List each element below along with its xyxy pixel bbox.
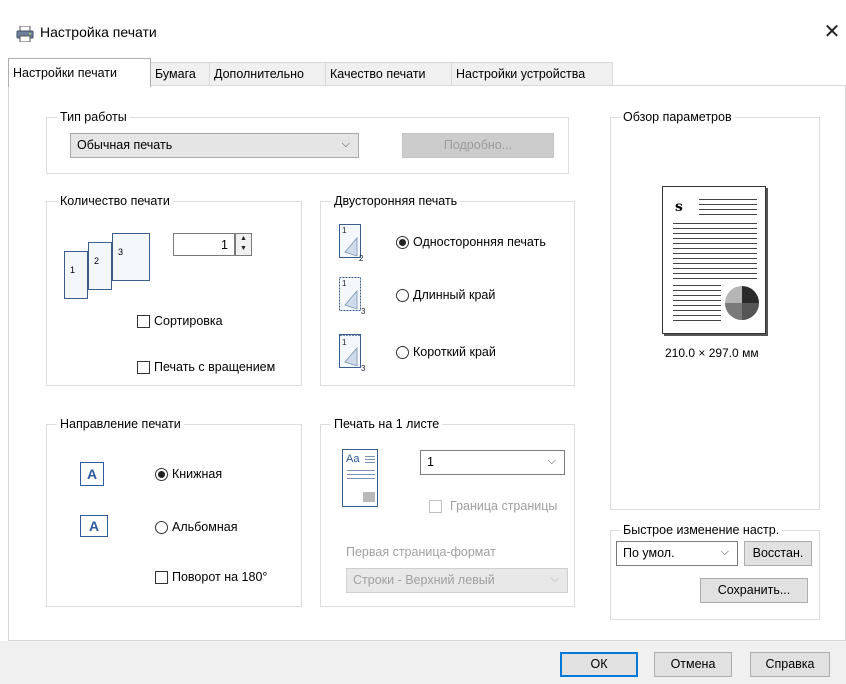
- paper-preview: s: [662, 186, 766, 334]
- tab-print-settings[interactable]: Настройки печати: [8, 58, 151, 87]
- svg-text:1: 1: [342, 226, 347, 235]
- copies-value: 1: [221, 238, 228, 252]
- duplex-none-label: Односторонняя печать: [413, 235, 546, 249]
- job-type-value: Обычная печать: [77, 138, 173, 152]
- chevron-down-icon: ⌵: [550, 573, 559, 585]
- restore-button[interactable]: Восстан.: [744, 541, 812, 566]
- duplex-label: Двусторонняя печать: [331, 194, 461, 208]
- rotate-print-label: Печать с вращением: [154, 360, 276, 374]
- chevron-down-icon: ⌵: [341, 138, 350, 150]
- landscape-label: Альбомная: [172, 520, 238, 534]
- tab-paper[interactable]: Бумага: [150, 62, 210, 85]
- rotate-print-checkbox[interactable]: [137, 361, 150, 374]
- svg-text:3: 3: [361, 364, 366, 372]
- spin-down-icon[interactable]: ▼: [236, 245, 251, 256]
- pie-graphic-icon: [725, 286, 759, 320]
- details-button[interactable]: Подробно...: [402, 133, 554, 158]
- page-border-checkbox[interactable]: [429, 500, 442, 513]
- svg-text:1: 1: [342, 279, 347, 288]
- duplex-short-radio[interactable]: [396, 346, 409, 359]
- nup-select[interactable]: 1 ⌵: [420, 450, 565, 475]
- collate-pages-icon: 1 2 3: [64, 233, 150, 299]
- nup-label: Печать на 1 листе: [331, 417, 443, 431]
- job-type-label: Тип работы: [57, 110, 130, 124]
- nup-value: 1: [427, 455, 434, 469]
- rotate180-label: Поворот на 180°: [172, 570, 268, 584]
- close-button[interactable]: ✕: [818, 18, 846, 46]
- tab-advanced[interactable]: Дополнительно: [209, 62, 326, 85]
- tab-device-settings[interactable]: Настройки устройства: [451, 62, 613, 85]
- page-order-label: Первая страница-формат: [346, 545, 496, 559]
- portrait-icon: A: [80, 462, 104, 486]
- copies-label: Количество печати: [57, 194, 173, 208]
- page-border-label: Граница страницы: [450, 499, 558, 513]
- short-edge-icon: 1 3: [339, 334, 366, 372]
- job-type-select[interactable]: Обычная печать ⌵: [70, 133, 359, 158]
- duplex-short-label: Короткий край: [413, 345, 496, 359]
- collate-label: Сортировка: [154, 314, 223, 328]
- cancel-button[interactable]: Отмена: [654, 652, 732, 677]
- landscape-icon: A: [80, 515, 108, 537]
- svg-text:3: 3: [361, 307, 366, 315]
- copies-input[interactable]: 1: [173, 233, 235, 256]
- spin-up-icon[interactable]: ▲: [236, 235, 251, 246]
- help-button[interactable]: Справка: [750, 652, 830, 677]
- chevron-down-icon: ⌵: [720, 546, 729, 558]
- rotate180-checkbox[interactable]: [155, 571, 168, 584]
- save-preset-button[interactable]: Сохранить...: [700, 578, 808, 603]
- portrait-radio[interactable]: [155, 468, 168, 481]
- svg-text:1: 1: [342, 338, 347, 347]
- page-order-value: Строки - Верхний левый: [353, 573, 495, 587]
- tab-print-quality[interactable]: Качество печати: [325, 62, 452, 85]
- overview-label: Обзор параметров: [620, 110, 735, 124]
- duplex-none-radio[interactable]: [396, 236, 409, 249]
- printer-icon: [16, 26, 34, 42]
- long-edge-icon: 1 3: [339, 277, 366, 315]
- duplex-long-label: Длинный край: [413, 288, 496, 302]
- nup-page-icon: Aa: [342, 449, 378, 507]
- window-title: Настройка печати: [40, 24, 157, 40]
- quick-settings-label: Быстрое изменение настр.: [620, 523, 783, 537]
- portrait-label: Книжная: [172, 467, 223, 481]
- page-order-select[interactable]: Строки - Верхний левый ⌵: [346, 568, 568, 593]
- duplex-long-radio[interactable]: [396, 289, 409, 302]
- title-bar: Настройка печати ✕: [0, 0, 846, 56]
- simplex-page-icon: 1 2: [339, 224, 364, 262]
- orientation-label: Направление печати: [57, 417, 184, 431]
- paper-size-label: 210.0 × 297.0 мм: [665, 346, 759, 360]
- svg-text:2: 2: [359, 254, 364, 262]
- quick-settings-select[interactable]: По умол. ⌵: [616, 541, 738, 566]
- chevron-down-icon: ⌵: [547, 455, 556, 467]
- ok-button[interactable]: ОК: [560, 652, 638, 677]
- collate-checkbox[interactable]: [137, 315, 150, 328]
- quick-settings-value: По умол.: [623, 546, 675, 560]
- landscape-radio[interactable]: [155, 521, 168, 534]
- copies-stepper[interactable]: ▲ ▼: [235, 233, 252, 256]
